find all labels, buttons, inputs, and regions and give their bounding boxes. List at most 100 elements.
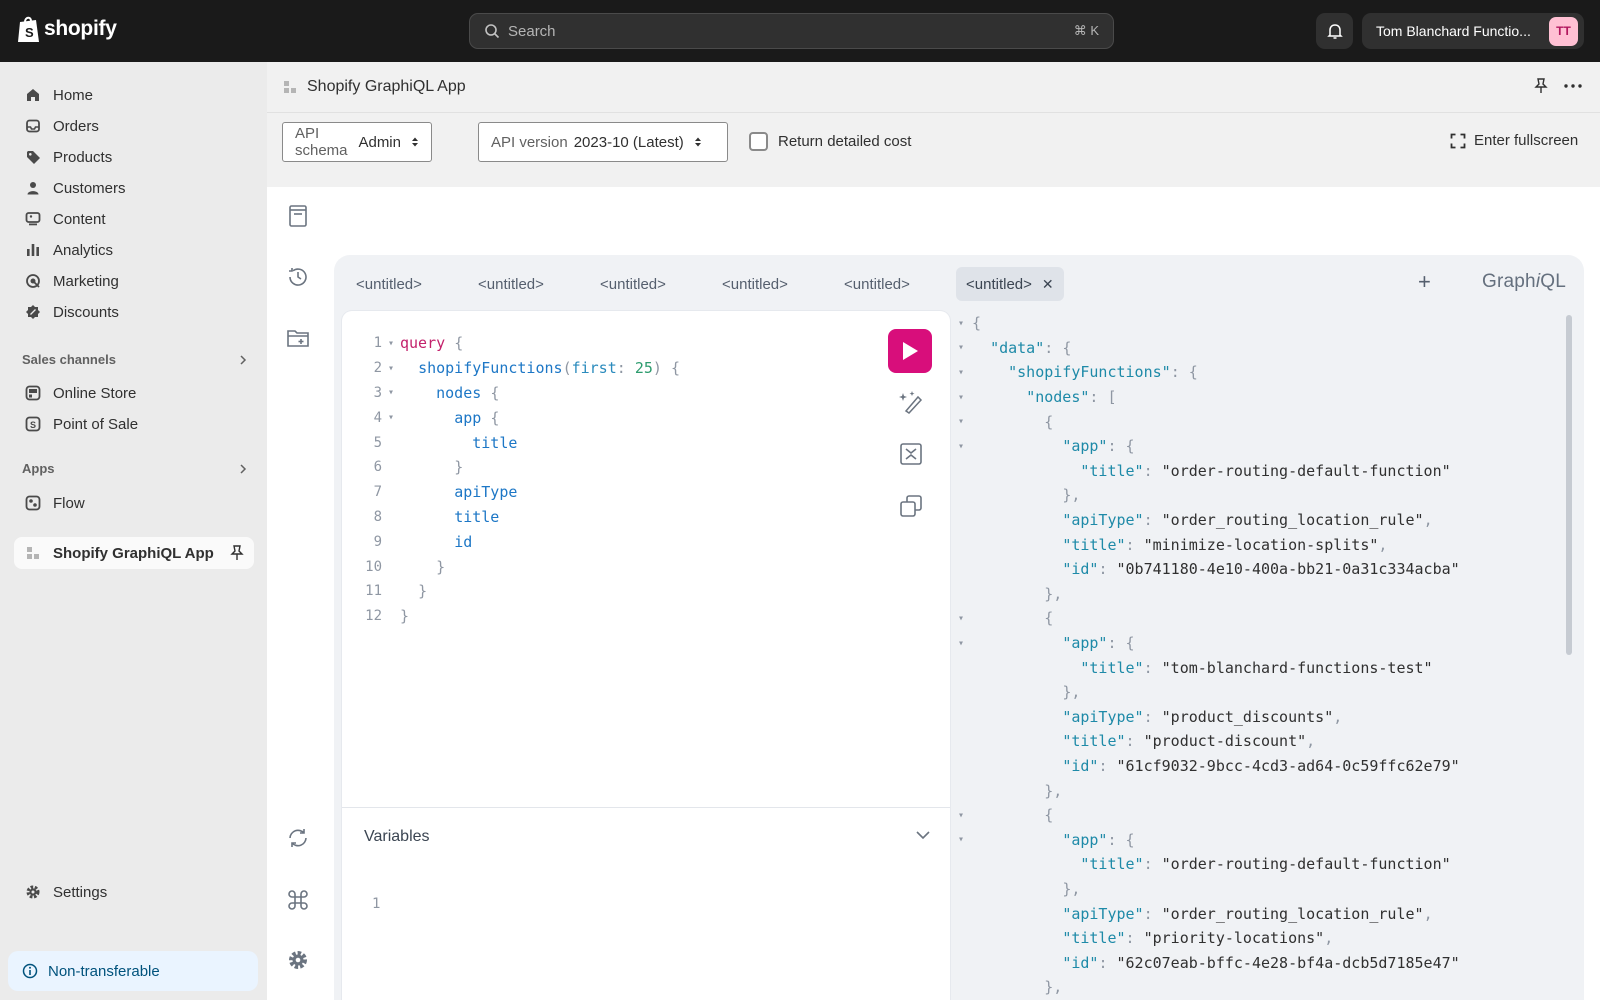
chevron-down-icon[interactable] xyxy=(916,830,930,840)
shopify-logo[interactable]: S shopify xyxy=(16,14,117,44)
sidebar-item-discounts[interactable]: Discounts xyxy=(14,297,254,327)
code-line[interactable]: 9 id xyxy=(342,529,950,554)
fold-toggle[interactable]: ▾ xyxy=(950,638,972,649)
sidebar-item-products[interactable]: Products xyxy=(14,142,254,172)
variables-title[interactable]: Variables xyxy=(364,828,430,846)
code-line[interactable]: 5 title xyxy=(342,430,950,455)
checkbox[interactable] xyxy=(749,132,768,151)
api-version-select[interactable]: API version 2023-10 (Latest) xyxy=(478,122,728,162)
fold-toggle[interactable]: ▾ xyxy=(950,416,972,427)
prettify-icon[interactable] xyxy=(898,389,924,415)
result-line: }, xyxy=(950,680,1568,705)
settings-gear-icon[interactable] xyxy=(285,947,311,973)
sidebar-item-marketing[interactable]: Marketing xyxy=(14,266,254,296)
result-viewer[interactable]: ▾{▾ "data": {▾ "shopifyFunctions": {▾ "n… xyxy=(950,311,1568,1000)
api-schema-select[interactable]: API schema Admin xyxy=(282,122,432,162)
pin-icon[interactable] xyxy=(230,545,244,561)
sidebar-item-analytics[interactable]: Analytics xyxy=(14,235,254,265)
fold-toggle[interactable]: ▾ xyxy=(950,834,972,845)
code-line[interactable]: 6 } xyxy=(342,455,950,480)
merge-fragments-icon[interactable] xyxy=(898,441,924,467)
line-number: 2 xyxy=(373,360,382,377)
code-text: shopifyFunctions(first: 25) { xyxy=(418,359,680,378)
fold-toggle[interactable]: ▾ xyxy=(950,318,972,329)
person-icon xyxy=(24,179,42,197)
add-tab-icon[interactable]: + xyxy=(1418,269,1431,295)
notifications-button[interactable] xyxy=(1316,13,1353,49)
tab-untitled-active[interactable]: <untitled> ✕ xyxy=(956,267,1064,301)
enter-fullscreen-button[interactable]: Enter fullscreen xyxy=(1450,132,1600,149)
fold-toggle[interactable]: ▾ xyxy=(382,363,400,374)
close-tab-icon[interactable]: ✕ xyxy=(1042,276,1054,293)
result-text: "app": { xyxy=(1062,830,1135,849)
variables-line-number[interactable]: 1 xyxy=(372,896,380,912)
fold-toggle[interactable]: ▾ xyxy=(382,338,400,349)
code-text: } xyxy=(418,582,428,601)
query-code[interactable]: 1 ▾ query {2 ▾ shopifyFunctions(first: 25) … xyxy=(342,331,950,629)
result-scrollbar[interactable] xyxy=(1566,315,1572,655)
result-line: }, xyxy=(950,778,1568,803)
result-text: { xyxy=(1044,609,1054,628)
code-line[interactable]: 2 ▾ shopifyFunctions(first: 25) { xyxy=(342,356,950,381)
tab-untitled[interactable]: <untitled> xyxy=(590,267,676,301)
sidebar-item-online-store[interactable]: Online Store xyxy=(14,378,254,408)
sidebar-item-content[interactable]: Content xyxy=(14,204,254,234)
sidebar-item-flow[interactable]: Flow xyxy=(14,488,254,518)
fold-toggle[interactable]: ▾ xyxy=(950,441,972,452)
search-bar[interactable]: ⌘ K xyxy=(469,13,1114,49)
fold-toggle[interactable]: ▾ xyxy=(950,392,972,403)
fold-toggle[interactable]: ▾ xyxy=(950,613,972,624)
pin-icon[interactable] xyxy=(1534,78,1548,94)
result-text: "title": "product-discount", xyxy=(1062,732,1316,751)
tab-untitled[interactable]: <untitled> xyxy=(346,267,432,301)
docs-icon[interactable] xyxy=(285,203,311,229)
code-line[interactable]: 7 apiType xyxy=(342,480,950,505)
result-text: "nodes": [ xyxy=(1026,388,1117,407)
fold-toggle[interactable]: ▾ xyxy=(382,412,400,423)
result-text: }, xyxy=(1044,781,1063,800)
code-line[interactable]: 3 ▾ nodes { xyxy=(342,381,950,406)
more-options-icon[interactable] xyxy=(1564,84,1582,88)
tab-untitled[interactable]: <untitled> xyxy=(834,267,920,301)
sidebar-item-graphiql-app[interactable]: Shopify GraphiQL App xyxy=(14,537,254,569)
sales-channels-header[interactable]: Sales channels xyxy=(22,352,248,367)
fold-toggle[interactable]: ▾ xyxy=(950,810,972,821)
sidebar-item-settings[interactable]: Settings xyxy=(14,877,254,907)
app-title: Shopify GraphiQL App xyxy=(307,78,466,95)
tab-untitled[interactable]: <untitled> xyxy=(712,267,798,301)
refetch-schema-icon[interactable] xyxy=(285,825,311,851)
code-line[interactable]: 12} xyxy=(342,604,950,629)
sidebar-item-home[interactable]: Home xyxy=(14,80,254,110)
line-number: 12 xyxy=(365,608,382,625)
fold-toggle[interactable]: ▾ xyxy=(382,387,400,398)
copy-query-icon[interactable] xyxy=(898,493,924,519)
line-number: 6 xyxy=(373,459,382,476)
result-line: "id": "62c07eab-bffc-4e28-bf4a-dcb5d7185… xyxy=(950,950,1568,975)
code-line[interactable]: 8 title xyxy=(342,505,950,530)
run-query-button[interactable] xyxy=(888,329,932,373)
line-number: 5 xyxy=(373,434,382,451)
code-line[interactable]: 11 } xyxy=(342,579,950,604)
query-editor[interactable]: 1 ▾ query {2 ▾ shopifyFunctions(first: 25) … xyxy=(342,311,950,1000)
account-menu[interactable]: Tom Blanchard Functio... TT xyxy=(1362,13,1584,49)
fold-toggle[interactable]: ▾ xyxy=(950,342,972,353)
result-text: { xyxy=(1044,806,1054,825)
apps-header[interactable]: Apps xyxy=(22,461,248,476)
code-line[interactable]: 1 ▾ query { xyxy=(342,331,950,356)
main-area: Shopify GraphiQL App API schema Admin AP… xyxy=(267,62,1600,1000)
non-transferable-badge[interactable]: Non-transferable xyxy=(8,951,258,991)
search-input[interactable] xyxy=(508,22,1074,40)
sidebar-item-orders[interactable]: Orders xyxy=(14,111,254,141)
result-line: }, xyxy=(950,582,1568,607)
code-line[interactable]: 4 ▾ app { xyxy=(342,405,950,430)
history-icon[interactable] xyxy=(285,264,311,290)
select-value: 2023-10 (Latest) xyxy=(573,133,684,151)
code-line[interactable]: 10 } xyxy=(342,554,950,579)
tab-untitled[interactable]: <untitled> xyxy=(468,267,554,301)
fold-toggle[interactable]: ▾ xyxy=(950,367,972,378)
explorer-folder-icon[interactable] xyxy=(285,325,311,351)
sidebar-item-customers[interactable]: Customers xyxy=(14,173,254,203)
detailed-cost-checkbox[interactable]: Return detailed cost xyxy=(749,132,911,151)
shortcuts-command-icon[interactable] xyxy=(285,887,311,913)
sidebar-item-point-of-sale[interactable]: S Point of Sale xyxy=(14,409,254,439)
